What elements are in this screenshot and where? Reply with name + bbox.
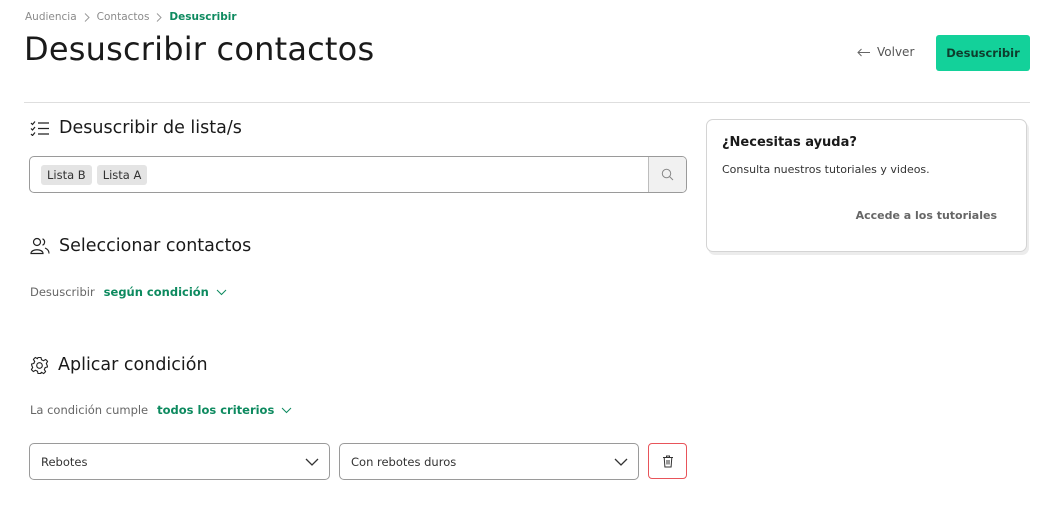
breadcrumb-item-contactos[interactable]: Contactos: [97, 11, 150, 23]
section-title-contacts-label: Seleccionar contactos: [59, 236, 252, 256]
condition-field-select[interactable]: Rebotes: [29, 443, 330, 480]
trash-icon: [662, 455, 673, 467]
condition-operator-select[interactable]: Con rebotes duros: [339, 443, 639, 480]
section-title-lists-label: Desuscribir de lista/s: [59, 118, 242, 138]
checklist-icon: [30, 121, 49, 136]
condition-field-value: Rebotes: [41, 454, 88, 469]
chevron-right-icon: [84, 12, 90, 22]
list-chip[interactable]: Lista B: [41, 164, 92, 185]
breadcrumb-current: Desuscribir: [169, 11, 237, 23]
back-link-label: Volver: [877, 45, 915, 59]
breadcrumb: Audiencia Contactos Desuscribir: [25, 10, 237, 24]
list-selector[interactable]: Lista B Lista A: [29, 156, 687, 193]
condition-match-dropdown[interactable]: todos los criterios: [157, 403, 292, 417]
chevron-down-icon: [281, 407, 292, 413]
section-title-lists: Desuscribir de lista/s: [30, 118, 242, 138]
arrow-left-icon: [857, 48, 870, 56]
contacts-mode-label: Desuscribir: [30, 285, 95, 299]
help-card: ¿Necesitas ayuda? Consulta nuestros tuto…: [706, 119, 1027, 252]
contacts-mode-dropdown[interactable]: según condición: [104, 285, 227, 299]
back-link[interactable]: Volver: [857, 45, 914, 59]
delete-condition-button[interactable]: [648, 443, 687, 479]
page-title: Desuscribir contactos: [24, 30, 375, 68]
chevron-down-icon: [216, 289, 227, 295]
condition-match-label: La condición cumple: [30, 403, 149, 417]
chevron-down-icon: [305, 458, 319, 466]
help-title: ¿Necesitas ayuda?: [722, 135, 857, 150]
breadcrumb-item-audiencia[interactable]: Audiencia: [25, 11, 77, 23]
tutorials-link[interactable]: Accede a los tutoriales: [856, 209, 997, 222]
section-title-condition: Aplicar condición: [30, 355, 208, 375]
selected-lists: Lista B Lista A: [30, 157, 648, 192]
condition-match-value: todos los criterios: [157, 403, 275, 417]
gear-icon: [30, 356, 49, 374]
contacts-mode-value: según condición: [103, 285, 209, 299]
section-title-condition-label: Aplicar condición: [58, 355, 208, 375]
list-chip[interactable]: Lista A: [96, 164, 148, 185]
search-icon: [661, 168, 674, 181]
unsubscribe-button[interactable]: Desuscribir: [936, 35, 1030, 71]
chevron-down-icon: [614, 458, 628, 466]
chevron-right-icon: [156, 12, 163, 22]
help-text: Consulta nuestros tutoriales y videos.: [722, 163, 930, 176]
header-divider: [24, 102, 1030, 103]
condition-match-row: La condición cumple todos los criterios: [30, 403, 292, 417]
condition-operator-value: Con rebotes duros: [351, 454, 457, 469]
contacts-mode-row: Desuscribir según condición: [30, 285, 227, 299]
users-icon: [30, 237, 50, 255]
section-title-contacts: Seleccionar contactos: [30, 236, 251, 256]
list-search-button[interactable]: [648, 157, 686, 192]
